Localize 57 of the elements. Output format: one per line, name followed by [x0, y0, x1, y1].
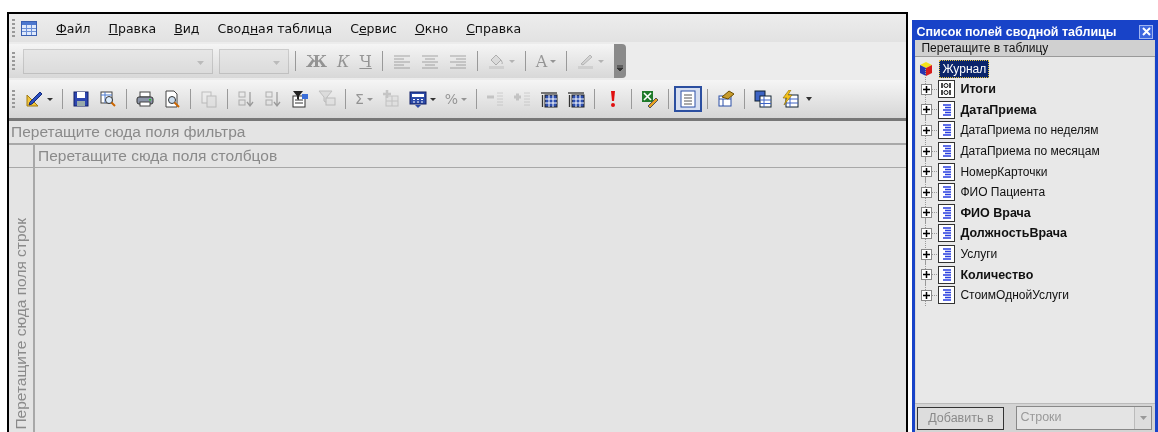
field-icon: [938, 245, 956, 264]
table-icon[interactable]: [21, 20, 37, 36]
panel-title: Список полей сводной таблицы: [916, 24, 1117, 39]
field-icon: [938, 100, 956, 119]
cube-icon: [919, 61, 934, 77]
menu-item[interactable]: Окно: [405, 20, 458, 36]
plus-box-icon[interactable]: [921, 166, 933, 178]
field-icon: [938, 121, 956, 140]
field-item[interactable]: СтоимОднойУслуги: [960, 288, 1070, 303]
close-button[interactable]: [1139, 24, 1153, 39]
plus-box-icon[interactable]: [921, 248, 933, 260]
calculator-icon[interactable]: [408, 90, 427, 108]
field-item[interactable]: ФИО Пациента: [960, 185, 1046, 200]
panel-hint: Перетащите в таблицу: [915, 40, 1155, 57]
caret-icon[interactable]: [47, 97, 53, 101]
field-item[interactable]: ДатаПриема по месяцам: [960, 144, 1100, 159]
field-item[interactable]: Итоги: [960, 82, 996, 97]
binary-icon: [938, 80, 956, 99]
menu-item[interactable]: Вид: [165, 20, 209, 36]
plus-box-icon[interactable]: [921, 125, 933, 136]
toolbar-options-button[interactable]: [614, 44, 627, 78]
field-item[interactable]: Количество: [960, 267, 1034, 282]
tree-item[interactable]: Журнал: [939, 60, 990, 78]
field-icon: [938, 142, 956, 161]
menu-item[interactable]: Сводная таблица: [208, 20, 342, 36]
field-item[interactable]: ФИО Врача: [960, 205, 1031, 220]
menu-item[interactable]: Сервис: [341, 20, 406, 36]
field-icon: [938, 183, 956, 202]
row-drop-zone: Перетащите сюда поля строк: [11, 218, 30, 430]
field-icon: [938, 162, 956, 181]
plus-box-icon[interactable]: [921, 269, 933, 281]
plus-box-icon[interactable]: [921, 145, 933, 157]
pencil-ruler-icon[interactable]: [26, 90, 44, 108]
plus-box-icon[interactable]: [921, 207, 933, 219]
caret-icon[interactable]: [429, 97, 436, 101]
column-drop-zone: Перетащите сюда поля столбцов: [37, 146, 278, 166]
menu-item[interactable]: Справка: [457, 20, 531, 36]
menu-item[interactable]: Файл: [47, 20, 100, 36]
field-icon: [938, 203, 956, 222]
field-item[interactable]: Услуги: [960, 247, 998, 262]
caret-icon[interactable]: [806, 97, 813, 101]
filter-drop-zone: Перетащите сюда поля фильтра: [9, 121, 907, 145]
field-item[interactable]: ДатаПриема по неделям: [960, 123, 1099, 138]
plus-box-icon[interactable]: [921, 289, 933, 301]
field-icon: [938, 265, 956, 284]
field-item[interactable]: ДолжностьВрача: [960, 226, 1067, 241]
chevron-icon[interactable]: [616, 63, 625, 73]
plus-box-icon[interactable]: [921, 227, 933, 239]
list-icon[interactable]: [674, 86, 703, 112]
plus-box-icon[interactable]: [921, 83, 933, 95]
field-icon: [938, 286, 956, 305]
plus-box-icon[interactable]: [921, 186, 933, 198]
field-icon: [938, 224, 956, 243]
menu-item[interactable]: Правка: [99, 20, 166, 36]
field-item[interactable]: НомерКарточки: [960, 164, 1048, 179]
plus-box-icon[interactable]: [921, 104, 933, 116]
field-item[interactable]: ДатаПриема: [960, 102, 1037, 117]
